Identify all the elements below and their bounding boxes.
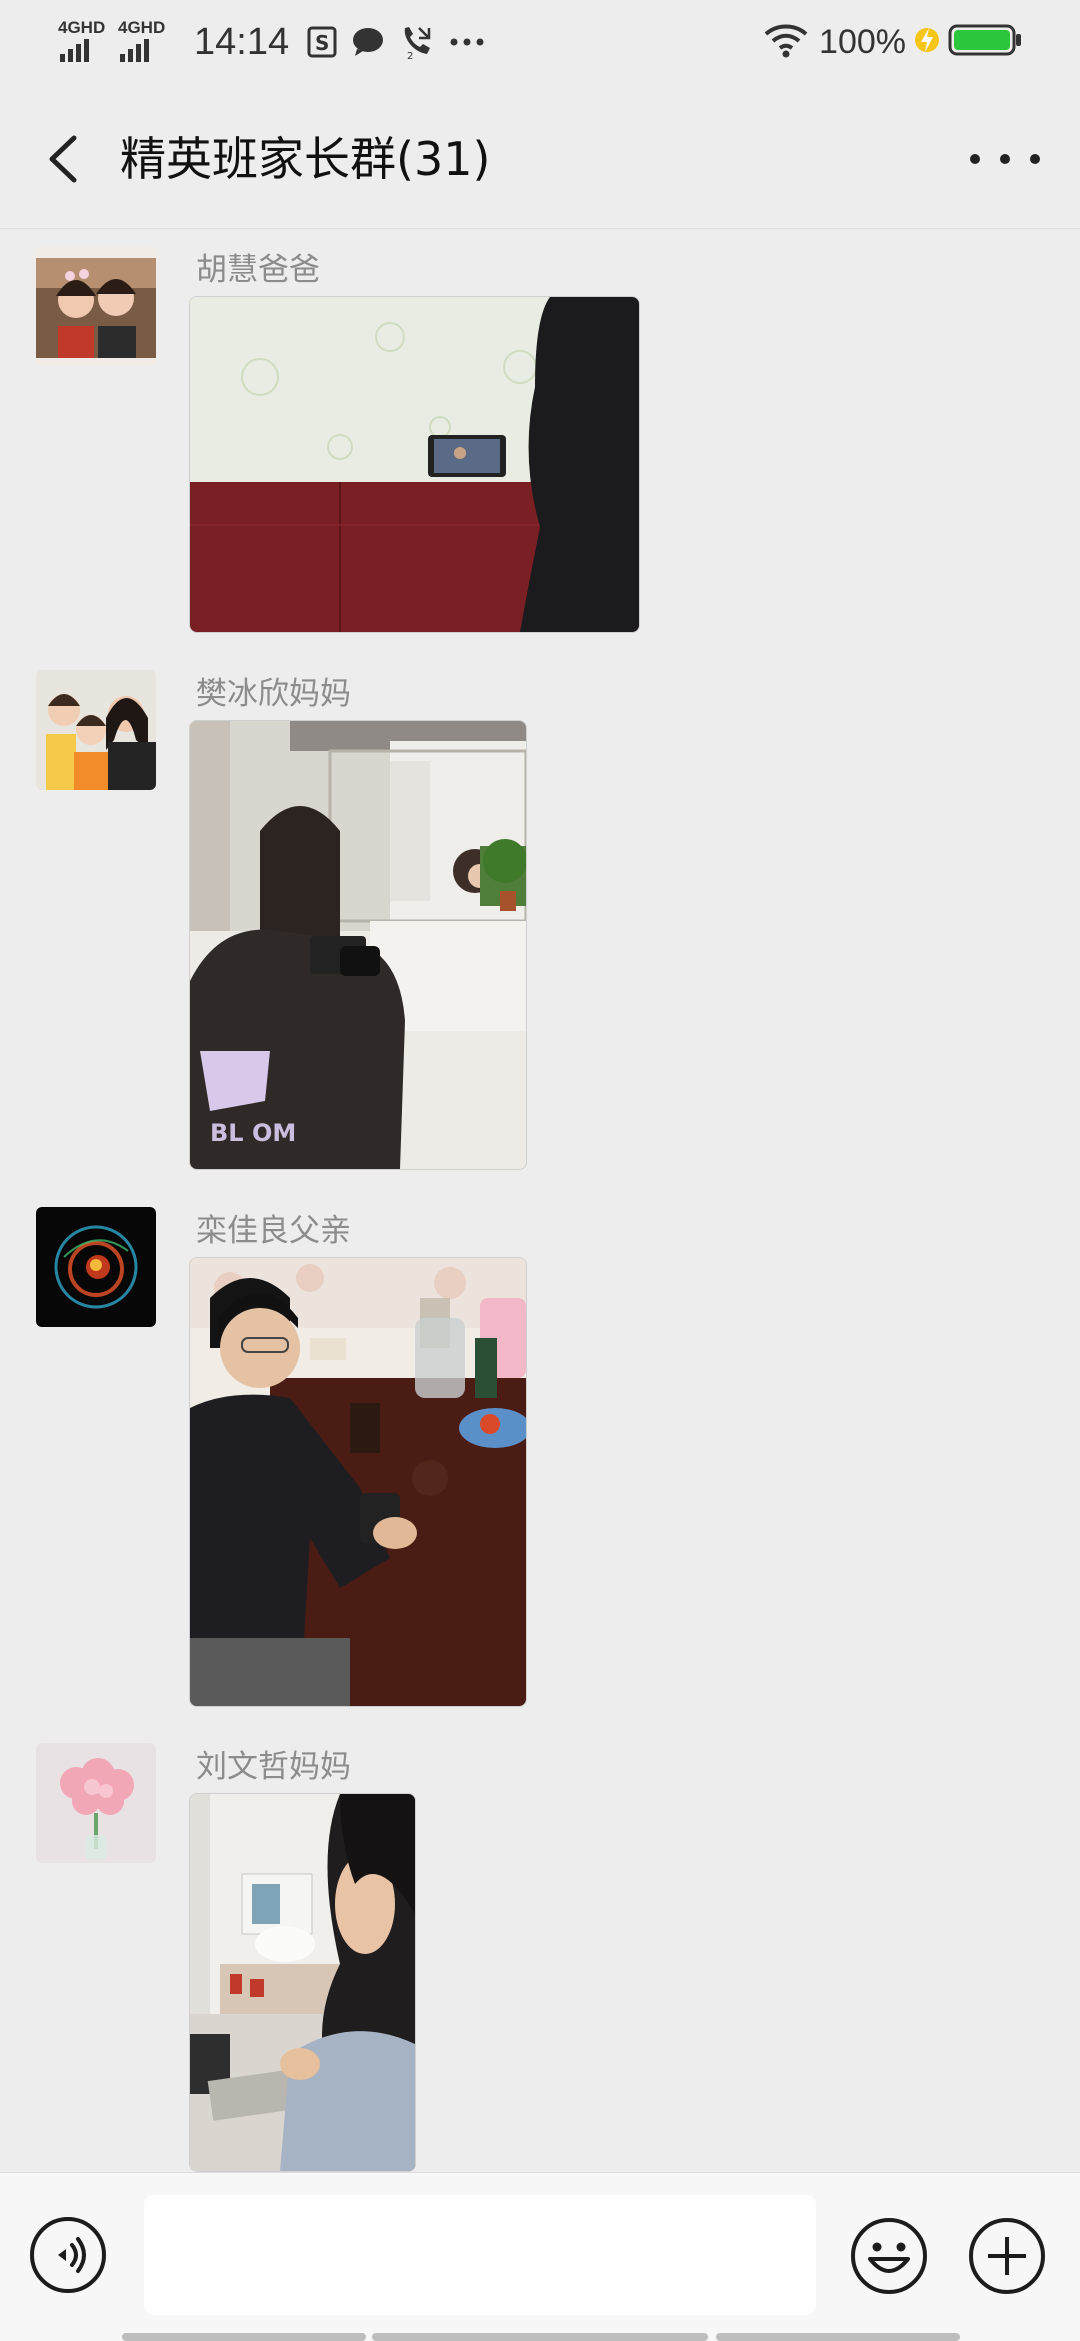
sender-name: 栾佳良父亲 — [196, 1213, 351, 1249]
charging-icon — [914, 23, 940, 61]
status-bar: 4GHD 4GHD 14:14 S 2 100% — [0, 0, 1080, 84]
sender-avatar[interactable] — [36, 246, 156, 366]
back-button[interactable] — [36, 124, 96, 194]
signal-icon: 4GHD — [58, 16, 110, 68]
image-message[interactable] — [189, 296, 640, 633]
sim-icon: S — [307, 26, 337, 58]
voice-button[interactable] — [30, 2217, 106, 2293]
emoji-button[interactable] — [850, 2217, 928, 2295]
sender-name: 刘文哲妈妈 — [196, 1749, 351, 1785]
emoji-icon — [851, 2218, 927, 2294]
sender-name: 胡慧爸爸 — [196, 252, 320, 288]
svg-text:2: 2 — [407, 51, 413, 60]
missed-call-icon: 2 — [399, 24, 435, 60]
page-title: 精英班家长群(31) — [120, 132, 491, 186]
signal-icon-2: 4GHD — [118, 16, 170, 68]
status-time: 14:14 — [194, 20, 290, 63]
sender-name: 樊冰欣妈妈 — [196, 676, 351, 712]
chat-input-bar — [0, 2172, 1080, 2341]
image-message[interactable] — [189, 1257, 527, 1707]
more-button[interactable] — [970, 134, 1040, 184]
network-label-1: 4GHD — [58, 18, 106, 37]
image-message[interactable] — [189, 1793, 416, 2172]
chevron-left-icon — [49, 135, 77, 183]
sender-avatar[interactable] — [36, 1743, 156, 1863]
more-icon — [970, 154, 980, 164]
wifi-icon — [763, 22, 809, 62]
sender-avatar[interactable] — [36, 1207, 156, 1327]
more-dots-icon — [449, 37, 485, 47]
network-label-2: 4GHD — [118, 18, 166, 37]
battery-icon — [948, 23, 1022, 61]
chat-bubble-icon — [351, 27, 385, 57]
battery-percent: 100% — [819, 22, 906, 61]
sender-avatar[interactable] — [36, 670, 156, 790]
svg-text:S: S — [315, 31, 329, 55]
image-message[interactable]: BL OM — [189, 720, 527, 1170]
chat-header: 精英班家长群(31) — [0, 84, 1080, 229]
plus-icon — [969, 2218, 1045, 2294]
plus-button[interactable] — [968, 2217, 1046, 2295]
voice-icon — [58, 2237, 86, 2273]
svg-text:BL OM: BL OM — [210, 1119, 296, 1147]
message-input[interactable] — [144, 2195, 816, 2315]
